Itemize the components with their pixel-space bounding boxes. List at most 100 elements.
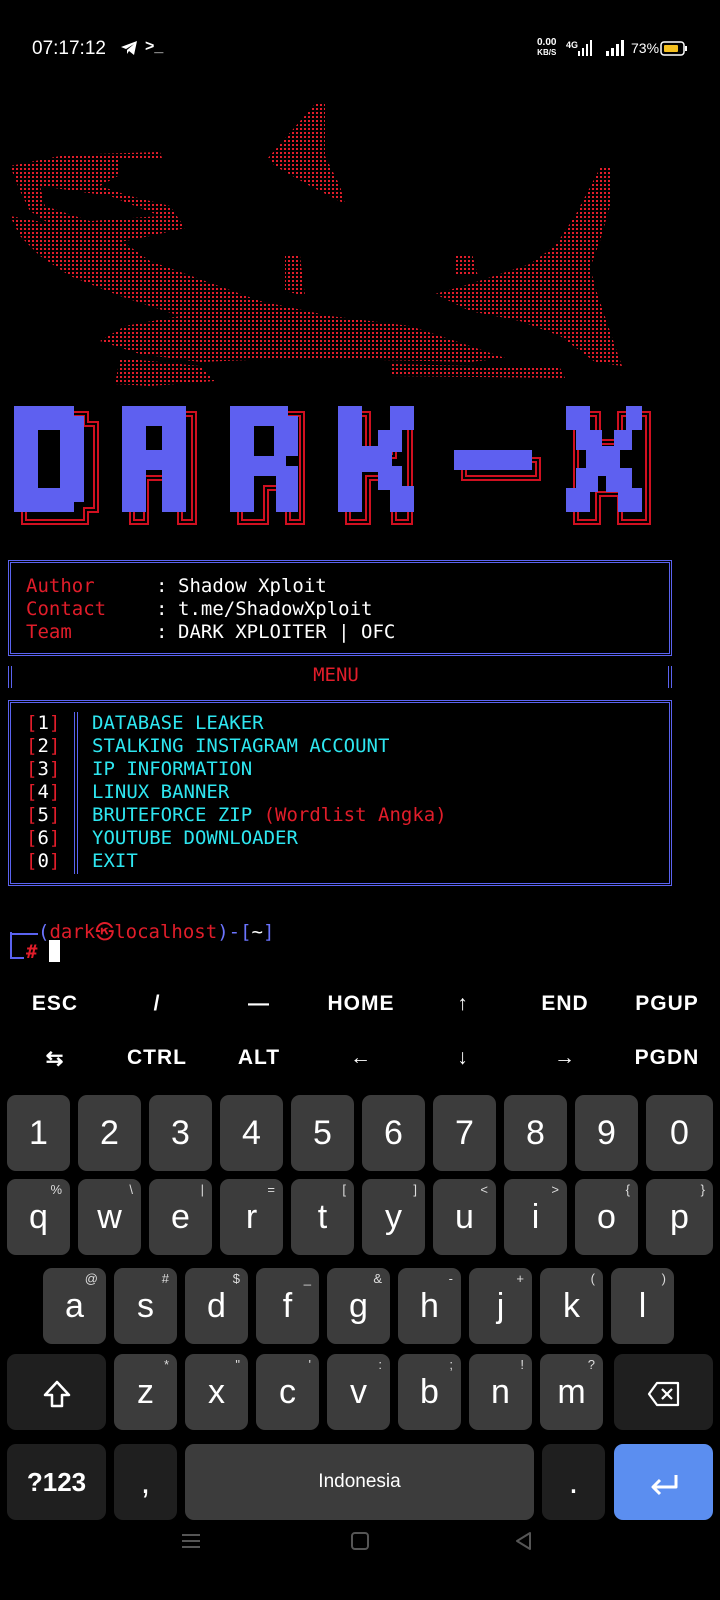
- navigation-bar: [0, 1530, 720, 1600]
- key-k[interactable]: k(: [540, 1268, 603, 1344]
- menu-item-label[interactable]: BRUTEFORCE ZIP (Wordlist Angka): [92, 804, 447, 826]
- terminal-icon: >_: [145, 38, 164, 55]
- key-h[interactable]: h-: [398, 1268, 461, 1344]
- menu-item-note: (Wordlist Angka): [263, 804, 447, 826]
- prompt-symbol: #: [26, 941, 38, 963]
- menu-item[interactable]: [0]: [26, 850, 60, 872]
- down-arrow-key[interactable]: ↓: [412, 1046, 514, 1070]
- menu-icon[interactable]: [180, 1530, 202, 1552]
- menu-title: MENU: [313, 664, 359, 686]
- home-icon[interactable]: [349, 1530, 371, 1552]
- key-7[interactable]: 7: [433, 1095, 496, 1171]
- key-x[interactable]: x ": [185, 1354, 248, 1430]
- key-p[interactable]: p}: [646, 1179, 713, 1255]
- menu-item-label[interactable]: IP INFORMATION: [92, 758, 252, 780]
- period-key[interactable]: .: [542, 1444, 605, 1520]
- left-arrow-key[interactable]: ←: [310, 1046, 412, 1070]
- key-9[interactable]: 9: [575, 1095, 638, 1171]
- key-u[interactable]: u <: [433, 1179, 496, 1255]
- menu-item-label[interactable]: EXIT: [92, 850, 138, 872]
- key-8[interactable]: 8: [504, 1095, 567, 1171]
- key-l[interactable]: l): [611, 1268, 674, 1344]
- key-j[interactable]: j +: [469, 1268, 532, 1344]
- key-v[interactable]: v:: [327, 1354, 390, 1430]
- key-3[interactable]: 3: [149, 1095, 212, 1171]
- pgup-key[interactable]: PGUP: [616, 992, 718, 1016]
- key-5[interactable]: 5: [291, 1095, 354, 1171]
- menu-item[interactable]: [2]: [26, 735, 60, 757]
- prompt-at-icon: ㉿: [95, 921, 115, 943]
- back-icon[interactable]: [513, 1530, 535, 1552]
- shift-key[interactable]: [7, 1354, 106, 1430]
- net-speed: 0.00 KB/S: [537, 37, 557, 58]
- key-e[interactable]: e |: [149, 1179, 212, 1255]
- key-q[interactable]: q%: [7, 1179, 70, 1255]
- clock: 07:17:12: [32, 38, 106, 59]
- info-value: Shadow Xploit: [178, 575, 327, 597]
- key-w[interactable]: w \: [78, 1179, 141, 1255]
- info-separator: :: [156, 598, 168, 620]
- dash-key[interactable]: —: [208, 992, 310, 1016]
- tab-key[interactable]: ⇆: [4, 1046, 106, 1071]
- menu-item[interactable]: [6]: [26, 827, 60, 849]
- signal-icon: [606, 40, 626, 61]
- pgdn-key[interactable]: PGDN: [616, 1046, 718, 1070]
- key-b[interactable]: b;: [398, 1354, 461, 1430]
- key-a[interactable]: a @: [43, 1268, 106, 1344]
- battery-icon: [660, 41, 688, 61]
- home-key[interactable]: HOME: [310, 992, 412, 1016]
- key-y[interactable]: y]: [362, 1179, 425, 1255]
- text-cursor: [48, 940, 60, 962]
- menu-item[interactable]: [5]: [26, 804, 60, 826]
- key-d[interactable]: d $: [185, 1268, 248, 1344]
- menu-item-label[interactable]: LINUX BANNER: [92, 781, 229, 803]
- prompt-line-1: (dark㉿localhost)-[~]: [38, 921, 275, 943]
- key-t[interactable]: t[: [291, 1179, 354, 1255]
- menu-item-number: 5: [37, 804, 49, 826]
- key-f[interactable]: f _: [256, 1268, 319, 1344]
- right-arrow-key[interactable]: →: [514, 1046, 616, 1070]
- key-0[interactable]: 0: [646, 1095, 713, 1171]
- enter-key[interactable]: [614, 1444, 713, 1520]
- menu-item-number: 0: [37, 850, 49, 872]
- key-1[interactable]: 1: [7, 1095, 70, 1171]
- end-key[interactable]: END: [514, 992, 616, 1016]
- menu-item-text: BRUTEFORCE ZIP: [92, 804, 253, 826]
- key-n[interactable]: n!: [469, 1354, 532, 1430]
- esc-key[interactable]: ESC: [4, 992, 106, 1016]
- menu-item-label[interactable]: DATABASE LEAKER: [92, 712, 264, 734]
- menu-item[interactable]: [3]: [26, 758, 60, 780]
- key-4[interactable]: 4: [220, 1095, 283, 1171]
- info-label: Team: [26, 621, 72, 643]
- slash-key[interactable]: /: [106, 992, 208, 1016]
- shift-icon: [43, 1380, 70, 1408]
- info-value: DARK XPLOITER | OFC: [178, 621, 396, 643]
- key-r[interactable]: r =: [220, 1179, 283, 1255]
- menu-item-label[interactable]: YOUTUBE DOWNLOADER: [92, 827, 298, 849]
- command-input[interactable]: #: [26, 940, 60, 963]
- key-i[interactable]: i >: [504, 1179, 567, 1255]
- key-s[interactable]: s #: [114, 1268, 177, 1344]
- up-arrow-key[interactable]: ↑: [412, 992, 514, 1016]
- key-m[interactable]: m?: [540, 1354, 603, 1430]
- ctrl-key[interactable]: CTRL: [106, 1046, 208, 1070]
- shark-ascii-art: [0, 96, 640, 411]
- enter-icon: [651, 1475, 677, 1496]
- dark-x-logo: [0, 400, 680, 545]
- key-o[interactable]: o{: [575, 1179, 638, 1255]
- key-g[interactable]: g &: [327, 1268, 390, 1344]
- comma-key[interactable]: ,: [114, 1444, 177, 1520]
- key-6[interactable]: 6: [362, 1095, 425, 1171]
- menu-item-label[interactable]: STALKING INSTAGRAM ACCOUNT: [92, 735, 389, 757]
- space-bar[interactable]: Indonesia: [185, 1444, 534, 1520]
- key-c[interactable]: c ': [256, 1354, 319, 1430]
- menu-item[interactable]: [1]: [26, 712, 60, 734]
- backspace-key[interactable]: [614, 1354, 713, 1430]
- symbols-key[interactable]: ?123: [7, 1444, 106, 1520]
- alt-key[interactable]: ALT: [208, 1046, 310, 1070]
- menu-item[interactable]: [4]: [26, 781, 60, 803]
- key-2[interactable]: 2: [78, 1095, 141, 1171]
- telegram-icon: [120, 40, 138, 61]
- key-z[interactable]: z *: [114, 1354, 177, 1430]
- info-label: Contact: [26, 598, 107, 620]
